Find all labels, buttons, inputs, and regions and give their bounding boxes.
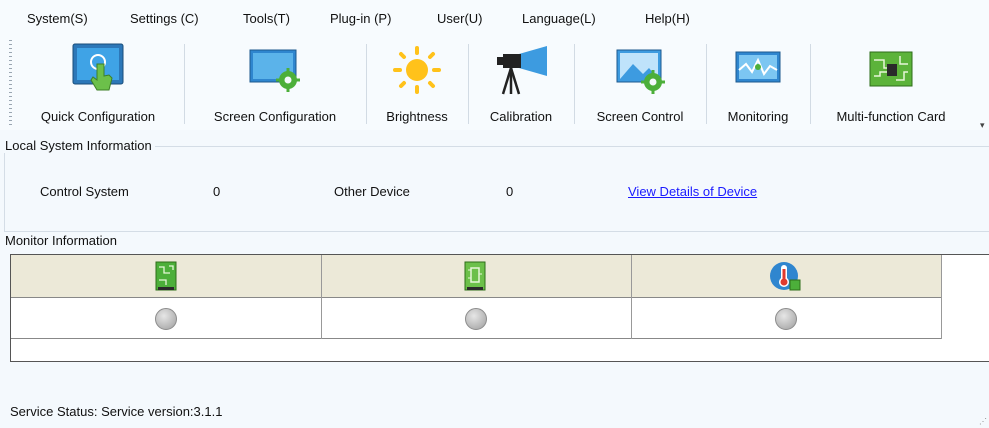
service-version-value: Service version:3.1.1 [101,404,223,419]
menu-language[interactable]: Language(L) [522,10,596,28]
tool-label: Screen Configuration [213,109,337,124]
circuit-board-icon [814,42,968,98]
column-divider [631,255,632,339]
other-device-label: Other Device [334,184,410,199]
sun-icon [370,42,464,98]
toolbar-overflow-icon[interactable]: ▾ [980,120,985,131]
temperature-icon [768,259,802,293]
menu-user[interactable]: User(U) [437,10,483,28]
brightness-button[interactable]: Brightness [370,38,464,130]
tool-label: Calibration [489,109,553,124]
monitor-grid [10,254,989,362]
toolbar-grip[interactable] [9,40,12,128]
tool-label: Monitoring [727,109,789,124]
tool-label: Screen Control [596,109,684,124]
toolbar-separator [706,44,707,124]
control-system-value: 0 [213,184,221,199]
toolbar-separator [810,44,811,124]
column-divider [321,255,322,339]
menu-help[interactable]: Help(H) [645,10,690,28]
toolbar-separator [366,44,367,124]
toolbar-separator [468,44,469,124]
resize-grip-icon[interactable]: ⋰ [979,417,987,426]
sending-card-status-indicator [155,308,177,330]
screen-control-button[interactable]: Screen Control [578,38,702,130]
toolbar-separator [574,44,575,124]
tool-label: Brightness [386,109,448,124]
camera-tripod-icon [472,42,570,98]
receiving-card-icon [458,259,492,293]
monitor-wave-icon [710,42,806,98]
menu-system[interactable]: System(S) [27,10,88,28]
screen-gear-icon [190,42,360,98]
local-system-title: Local System Information [3,138,155,153]
status-bar: Service Status: Service version:3.1.1 [10,404,222,419]
tool-label: Quick Configuration [40,109,156,124]
menu-settings[interactable]: Settings (C) [130,10,199,28]
menu-tools[interactable]: Tools(T) [243,10,290,28]
touch-screen-icon [18,42,178,98]
view-details-link[interactable]: View Details of Device [628,184,757,199]
local-system-group [4,146,989,232]
tool-label: Multi-function Card [836,109,946,124]
calibration-button[interactable]: Calibration [472,38,570,130]
control-system-label: Control System [40,184,129,199]
quick-configuration-button[interactable]: Quick Configuration [18,38,178,130]
monitoring-button[interactable]: Monitoring [710,38,806,130]
screen-configuration-button[interactable]: Screen Configuration [190,38,360,130]
toolbar: Quick Configuration Screen Configuration [0,38,989,130]
monitor-info-title: Monitor Information [3,233,120,248]
toolbar-separator [184,44,185,124]
multi-function-card-button[interactable]: Multi-function Card [814,38,968,130]
other-device-value: 0 [506,184,514,199]
temperature-status-indicator [775,308,797,330]
menu-plugin[interactable]: Plug-in (P) [330,10,391,28]
column-divider [941,255,942,339]
menu-bar: System(S) Settings (C) Tools(T) Plug-in … [0,0,989,38]
sending-card-icon [149,259,183,293]
picture-gear-icon [578,42,702,98]
receiving-card-status-indicator [465,308,487,330]
service-status-label: Service Status: [10,404,98,419]
